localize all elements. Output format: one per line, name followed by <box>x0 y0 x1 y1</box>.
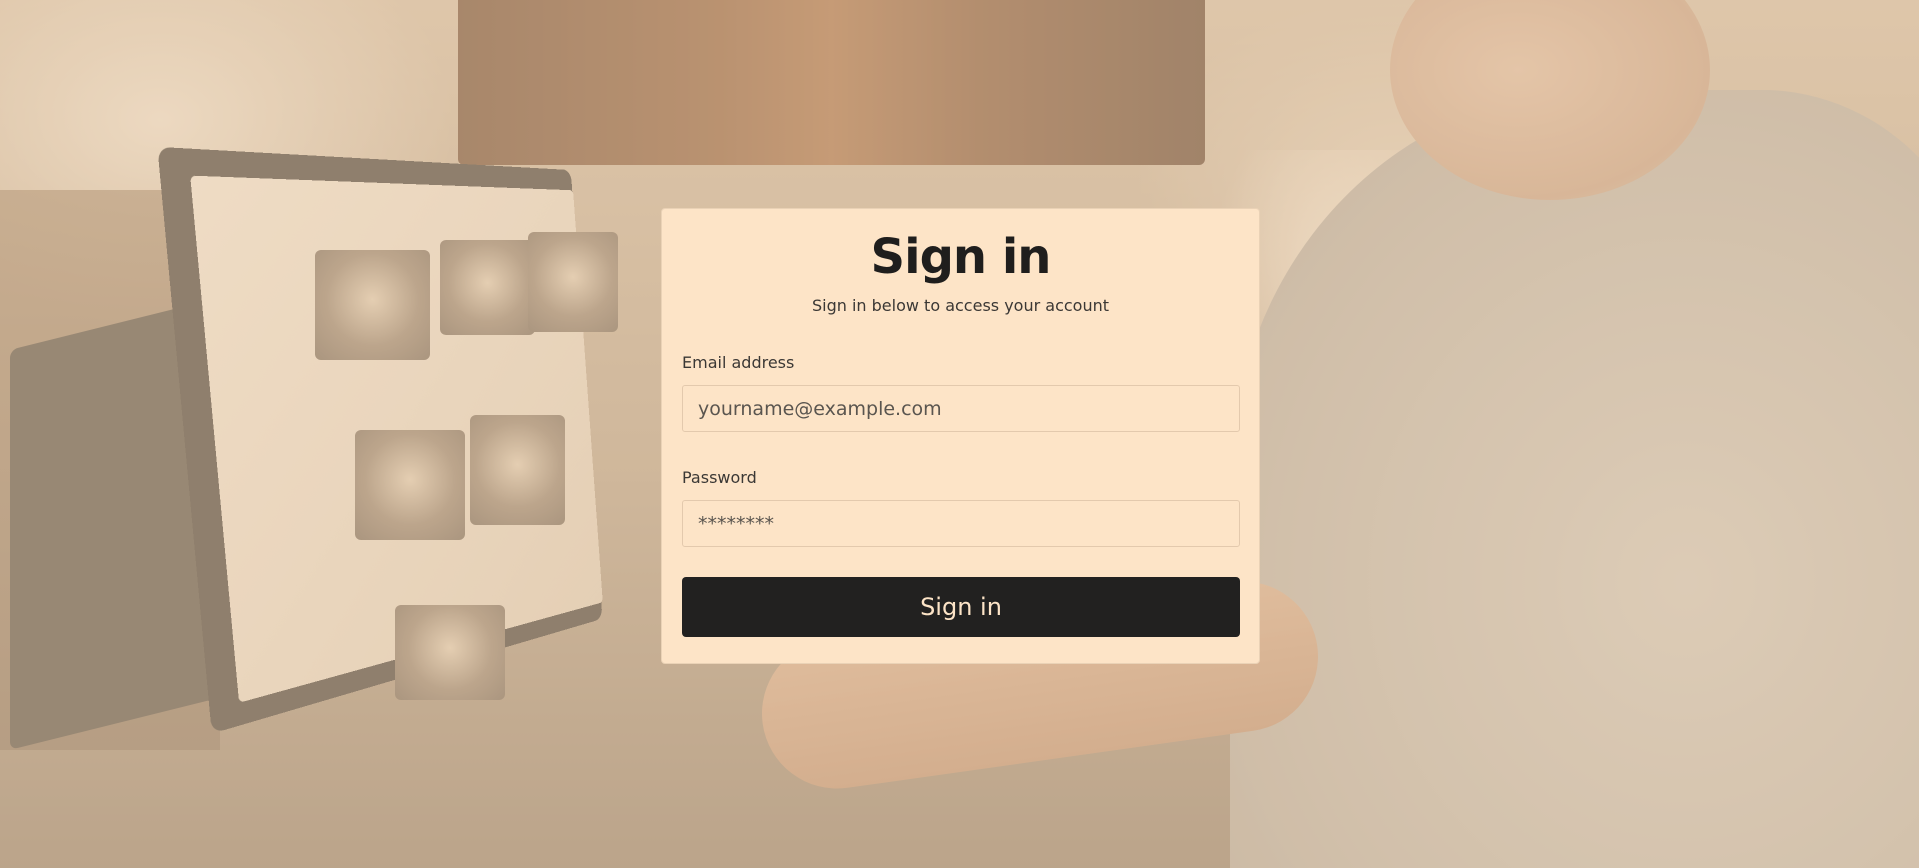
email-label: Email address <box>682 353 795 372</box>
signin-button[interactable]: Sign in <box>682 577 1240 637</box>
password-field[interactable] <box>682 500 1240 547</box>
signin-title: Sign in <box>870 229 1052 285</box>
email-field[interactable] <box>682 385 1240 432</box>
signin-subtitle: Sign in below to access your account <box>811 296 1109 315</box>
password-label: Password <box>682 468 757 487</box>
signin-card: Sign in Sign in below to access your acc… <box>661 208 1260 664</box>
